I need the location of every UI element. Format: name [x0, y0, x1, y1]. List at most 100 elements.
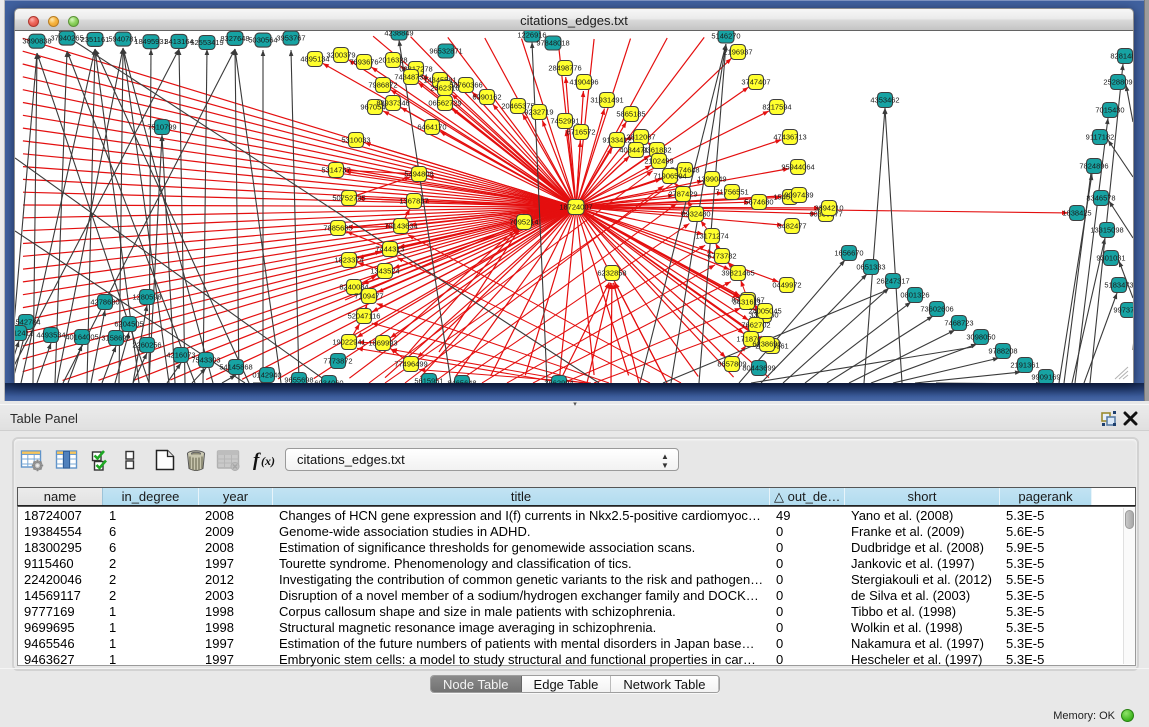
svg-text:3431611: 3431611 [733, 298, 762, 307]
svg-text:26247317: 26247317 [876, 277, 909, 286]
svg-text:3953767: 3953767 [276, 34, 305, 43]
svg-text:7986872: 7986872 [368, 81, 397, 90]
svg-text:9097439: 9097439 [784, 191, 813, 200]
svg-text:(x): (x) [261, 454, 275, 468]
svg-text:7109477: 7109477 [354, 292, 383, 301]
svg-text:3413164: 3413164 [164, 37, 193, 46]
svg-text:8657809: 8657809 [717, 360, 746, 369]
svg-text:71906594: 71906594 [653, 172, 686, 181]
svg-text:50752735: 50752735 [332, 194, 365, 203]
svg-text:8281489: 8281489 [1110, 52, 1133, 61]
svg-text:96532871: 96532871 [429, 47, 462, 56]
svg-text:4190496: 4190496 [569, 78, 598, 87]
svg-text:71756551: 71756551 [715, 188, 748, 197]
svg-text:f: f [253, 450, 261, 471]
svg-text:39821465: 39821465 [721, 269, 754, 278]
svg-text:2196937: 2196937 [723, 48, 752, 57]
svg-text:9301031: 9301031 [1096, 254, 1125, 263]
svg-text:3747407: 3747407 [741, 78, 770, 87]
svg-text:40164005: 40164005 [65, 333, 98, 342]
svg-text:4278680: 4278680 [90, 298, 119, 307]
svg-text:7095214: 7095214 [509, 218, 538, 227]
svg-text:70143634: 70143634 [384, 222, 417, 231]
svg-text:7015430: 7015430 [1095, 106, 1124, 115]
svg-text:2016328: 2016328 [378, 56, 407, 65]
svg-text:1838425: 1838425 [1062, 209, 1091, 218]
svg-text:3394210: 3394210 [814, 204, 843, 213]
svg-text:58760366: 58760366 [449, 81, 482, 90]
svg-text:73602606: 73602606 [920, 305, 953, 314]
svg-text:9232719: 9232719 [524, 108, 553, 117]
svg-text:6232858: 6232858 [597, 269, 626, 278]
svg-text:8327648: 8327648 [220, 34, 249, 43]
svg-text:5030564: 5030564 [248, 36, 277, 45]
svg-text:88937346: 88937346 [376, 99, 409, 108]
svg-text:6238692: 6238692 [752, 340, 781, 349]
svg-text:9117182: 9117182 [1086, 133, 1115, 142]
svg-text:8346578: 8346578 [1086, 194, 1115, 203]
svg-text:5615951: 5615951 [414, 377, 443, 384]
svg-text:7510799: 7510799 [147, 123, 176, 132]
svg-text:06562729: 06562729 [428, 99, 461, 108]
svg-text:4353462: 4353462 [870, 96, 899, 105]
svg-text:3482477: 3482477 [777, 222, 806, 231]
svg-text:6204505: 6204505 [114, 320, 143, 329]
svg-text:2787429: 2787429 [668, 190, 697, 199]
svg-text:2260256: 2260256 [132, 341, 161, 350]
svg-text:2102499: 2102499 [644, 157, 673, 166]
svg-text:9909169: 9909169 [1031, 373, 1060, 382]
svg-text:7662702: 7662702 [741, 321, 770, 330]
svg-text:5183473: 5183473 [1104, 281, 1133, 290]
svg-text:3158692: 3158692 [101, 334, 130, 343]
svg-text:9788208: 9788208 [988, 347, 1017, 356]
svg-text:1399049: 1399049 [697, 175, 726, 184]
svg-text:24005045: 24005045 [748, 307, 781, 316]
svg-text:2191361: 2191361 [1010, 361, 1039, 370]
svg-text:5940781: 5940781 [108, 35, 137, 44]
svg-text:9973763: 9973763 [1113, 306, 1133, 315]
svg-text:31931491: 31931491 [590, 96, 623, 105]
svg-text:0142940: 0142940 [252, 371, 281, 380]
svg-text:9655698: 9655698 [284, 376, 313, 384]
svg-text:1869993: 1869993 [368, 339, 397, 348]
svg-text:1656670: 1656670 [834, 249, 863, 258]
svg-text:7543303: 7543303 [191, 356, 220, 365]
svg-text:18495931: 18495931 [134, 37, 167, 46]
svg-text:0932480: 0932480 [681, 210, 710, 219]
svg-text:5494808: 5494808 [404, 170, 433, 179]
svg-text:8217594: 8217594 [762, 103, 791, 112]
svg-text:4238849: 4238849 [384, 31, 413, 38]
svg-text:97848018: 97848018 [536, 39, 569, 48]
svg-text:52553419: 52553419 [190, 38, 223, 47]
svg-text:6716572: 6716572 [566, 128, 595, 137]
svg-text:4493534: 4493534 [36, 331, 65, 340]
svg-text:5314737: 5314737 [321, 166, 350, 175]
svg-text:13171274: 13171274 [695, 232, 728, 241]
svg-text:6773782: 6773782 [707, 252, 736, 261]
svg-text:5310033: 5310033 [341, 136, 370, 145]
svg-text:7468723: 7468723 [944, 319, 973, 328]
svg-text:3890838: 3890838 [22, 37, 51, 46]
svg-text:54145868: 54145868 [219, 363, 252, 372]
svg-text:8412411: 8412411 [15, 329, 33, 338]
svg-text:3662994: 3662994 [544, 379, 573, 384]
svg-text:1823374: 1823374 [334, 256, 363, 265]
svg-text:18724007: 18724007 [559, 203, 592, 212]
svg-text:1367837: 1367837 [399, 197, 428, 206]
svg-text:3098050: 3098050 [966, 333, 995, 342]
svg-text:0801326: 0801326 [900, 291, 929, 300]
svg-text:7452991: 7452991 [550, 117, 579, 126]
svg-text:5674680: 5674680 [744, 198, 773, 207]
svg-text:8465648: 8465648 [447, 379, 476, 384]
svg-text:2528809: 2528809 [1103, 78, 1132, 87]
svg-text:95944064: 95944064 [781, 163, 814, 172]
svg-text:52047116: 52047116 [348, 312, 381, 321]
svg-text:1280598: 1280598 [132, 293, 161, 302]
svg-text:47436713: 47436713 [773, 133, 806, 142]
svg-text:19022941: 19022941 [332, 338, 365, 347]
svg-text:6934060: 6934060 [314, 379, 343, 384]
svg-text:2351161: 2351161 [81, 35, 110, 44]
svg-text:28498776: 28498776 [548, 64, 581, 73]
svg-text:13315098: 13315098 [1090, 226, 1123, 235]
svg-text:77496499: 77496499 [394, 360, 427, 369]
